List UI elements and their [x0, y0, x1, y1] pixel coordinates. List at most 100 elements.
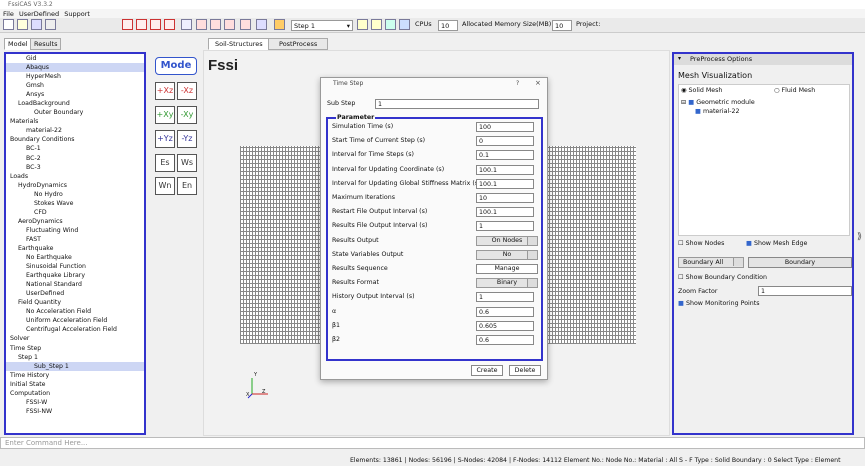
tree-item[interactable]: CFD — [6, 208, 144, 217]
bp-icon-3[interactable] — [224, 19, 235, 30]
plus-xz-view-icon[interactable]: +Xz — [155, 82, 175, 100]
show-mesh-edge-checkbox[interactable]: ■ Show Mesh Edge — [746, 240, 807, 247]
show-boundary-condition-checkbox[interactable]: ☐ Show Boundary Condition — [678, 274, 767, 281]
solid-mesh-radio[interactable]: ◉ Solid Mesh — [681, 87, 722, 94]
field-input[interactable]: 0.6 — [476, 335, 534, 345]
tree-item[interactable]: Centrifugal Acceleration Field — [6, 325, 144, 334]
tab-postprocess[interactable]: PostProcess — [268, 38, 329, 50]
field-input[interactable]: 1 — [476, 292, 534, 302]
field-input[interactable]: 100.1 — [476, 207, 534, 217]
globe-icon[interactable] — [385, 19, 396, 30]
show-monitoring-points-checkbox[interactable]: ■ Show Monitoring Points — [678, 300, 760, 307]
geometric-module-node[interactable]: ⊟ ■ Geometric module — [681, 99, 755, 106]
tab-model[interactable]: Model — [4, 38, 32, 50]
save-icon[interactable] — [31, 19, 42, 30]
command-input[interactable]: Enter Command Here... — [0, 437, 865, 449]
field-input[interactable]: 0.1 — [476, 150, 534, 160]
tree-item[interactable]: No Earthquake — [6, 253, 144, 262]
tree-item[interactable]: FAST — [6, 235, 144, 244]
collapse-icon[interactable]: ▾ — [678, 55, 681, 62]
grid-xy-icon[interactable] — [164, 19, 175, 30]
tree-item[interactable]: Loads — [6, 172, 144, 181]
field-input[interactable]: 100 — [476, 122, 534, 132]
close-icon[interactable]: × — [535, 79, 541, 87]
delete-button[interactable]: Delete — [509, 365, 541, 376]
stop-step-icon[interactable] — [371, 19, 382, 30]
tree-item[interactable]: HydroDynamics — [6, 181, 144, 190]
es-view-icon[interactable]: Es — [155, 154, 175, 172]
tree-item[interactable]: Gmsh — [6, 81, 144, 90]
step-select[interactable]: Step 1 ▾ — [291, 20, 353, 31]
tree-item[interactable]: material-22 — [6, 126, 144, 135]
ws-view-icon[interactable]: Ws — [177, 154, 197, 172]
tree-item[interactable]: Fluctuating Wind — [6, 226, 144, 235]
tab-results[interactable]: Results — [30, 38, 62, 50]
minus-xz-view-icon[interactable]: -Xz — [177, 82, 197, 100]
tree-item[interactable]: Uniform Acceleration Field — [6, 316, 144, 325]
boundary-button[interactable]: Boundary — [748, 257, 852, 268]
plus-xy-view-icon[interactable]: +Xy — [155, 106, 175, 124]
tree-item[interactable]: Outer Boundary — [6, 108, 144, 117]
tree-item[interactable]: Field Quantity — [6, 298, 144, 307]
color-icon[interactable] — [274, 19, 285, 30]
field-input[interactable]: 0.605 — [476, 321, 534, 331]
tree-item[interactable]: HyperMesh — [6, 72, 144, 81]
run-step-icon[interactable] — [357, 19, 368, 30]
mode-button[interactable]: Mode — [155, 57, 197, 75]
tree-item[interactable]: No Acceleration Field — [6, 307, 144, 316]
field-input[interactable]: 10 — [476, 193, 534, 203]
filter-icon[interactable] — [181, 19, 192, 30]
help-icon[interactable]: ? — [516, 80, 519, 87]
tree-item[interactable]: Materials — [6, 117, 144, 126]
bp-icon-1[interactable] — [196, 19, 207, 30]
tree-item[interactable]: Computation — [6, 389, 144, 398]
bp-icon-4[interactable] — [240, 19, 251, 30]
field-dropdown[interactable]: No — [476, 250, 538, 260]
minus-yz-view-icon[interactable]: -Yz — [177, 130, 197, 148]
network-icon[interactable] — [399, 19, 410, 30]
show-nodes-checkbox[interactable]: ☐ Show Nodes — [678, 240, 724, 247]
menu-support[interactable]: Support — [64, 10, 90, 18]
checkbox-checked-icon[interactable]: ■ — [688, 99, 694, 106]
tree-item[interactable]: BC-2 — [6, 154, 144, 163]
tree-item[interactable]: No Hydro — [6, 190, 144, 199]
zoom-factor-input[interactable]: 1 — [758, 286, 852, 296]
substep-input[interactable]: 1 — [375, 99, 539, 109]
tree-item[interactable]: Boundary Conditions — [6, 135, 144, 144]
tree-item[interactable]: Ansys — [6, 90, 144, 99]
tree-item[interactable]: FSSI-W — [6, 398, 144, 407]
export-icon[interactable] — [45, 19, 56, 30]
tree-item[interactable]: AeroDynamics — [6, 217, 144, 226]
cpus-input[interactable]: 10 — [438, 20, 458, 31]
tree-item[interactable]: Earthquake — [6, 244, 144, 253]
tab-soil-structures[interactable]: Soil-Structures — [208, 38, 270, 50]
tree-item[interactable]: Sub_Step 1 — [6, 361, 144, 371]
checkbox-checked-icon[interactable]: ■ — [695, 108, 701, 115]
tree-item[interactable]: FSSI-NW — [6, 407, 144, 416]
field-input[interactable]: 0.6 — [476, 307, 534, 317]
open-folder-icon[interactable] — [17, 19, 28, 30]
field-input[interactable]: 1 — [476, 221, 534, 231]
tree-item[interactable]: Initial State — [6, 380, 144, 389]
tree-item[interactable]: UserDefined — [6, 289, 144, 298]
plus-yz-view-icon[interactable]: +Yz — [155, 130, 175, 148]
tree-item[interactable]: Step 1 — [6, 353, 144, 362]
tree-item[interactable]: Abaqus — [6, 63, 144, 73]
manage-button[interactable]: Manage — [476, 264, 538, 274]
panel-splitter-handle[interactable]: ⟫ — [857, 232, 862, 242]
grid-view-icon[interactable] — [122, 19, 133, 30]
tree-item[interactable]: BC-1 — [6, 144, 144, 153]
field-input[interactable]: 100.1 — [476, 179, 534, 189]
field-dropdown[interactable]: Binary — [476, 278, 538, 288]
new-file-icon[interactable] — [3, 19, 14, 30]
tree-item[interactable]: Gid — [6, 54, 144, 63]
fluid-mesh-radio[interactable]: ○ Fluid Mesh — [774, 87, 815, 94]
tree-item[interactable]: Sinusoidal Function — [6, 262, 144, 271]
tree-item[interactable]: Time Step — [6, 344, 144, 353]
minus-xy-view-icon[interactable]: -Xy — [177, 106, 197, 124]
en-view-icon[interactable]: En — [177, 177, 197, 195]
wn-view-icon[interactable]: Wn — [155, 177, 175, 195]
chart-icon[interactable] — [256, 19, 267, 30]
field-input[interactable]: 0 — [476, 136, 534, 146]
bp-icon-2[interactable] — [210, 19, 221, 30]
